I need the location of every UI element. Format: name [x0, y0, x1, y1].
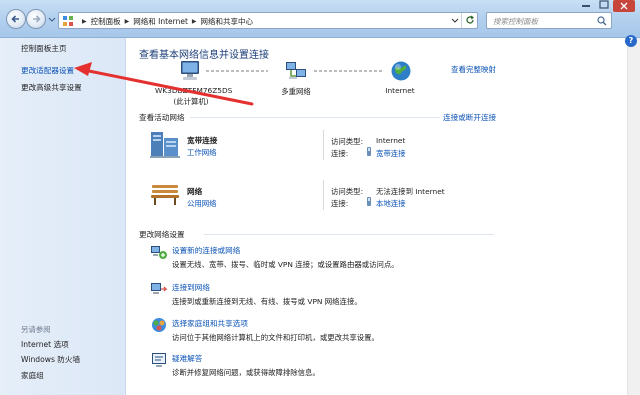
task-desc-setup-new-connection: 设置无线、宽带、拨号、临时或 VPN 连接；或设置路由器或访问点。	[172, 260, 399, 269]
dialup-connection-icon	[367, 147, 371, 156]
connection-label: 连接:	[331, 149, 349, 158]
internet-label: Internet	[385, 86, 415, 95]
multiple-networks-icon[interactable]	[284, 60, 308, 82]
address-bar[interactable]: ▶ 控制面板 ▶ 网络和 Internet ▶ 网络和共享中心	[58, 12, 478, 29]
close-icon[interactable]	[613, 0, 635, 12]
connect-disconnect-link[interactable]: 连接或断开连接	[443, 112, 496, 123]
new-connection-icon	[151, 246, 167, 259]
network-type-public-link[interactable]: 公用网络	[187, 198, 217, 209]
connection-line	[206, 70, 268, 72]
network-type-work-link[interactable]: 工作网络	[187, 147, 217, 158]
access-type-value: Internet	[376, 136, 406, 145]
sidebar-item-internet-options[interactable]: Internet 选项	[21, 339, 69, 350]
task-connect-to-network[interactable]: 连接到网络	[172, 282, 210, 293]
connection-label: 连接:	[331, 199, 349, 208]
section-divider	[204, 234, 494, 235]
forward-arrow-icon	[33, 15, 41, 23]
see-also-header: 另请参阅	[21, 325, 51, 334]
refresh-icon	[466, 15, 474, 24]
see-full-map-link[interactable]: 查看完整映射	[451, 64, 496, 75]
vertical-scrollbar[interactable]	[627, 38, 640, 395]
control-panel-icon	[63, 16, 73, 26]
local-connection-icon	[367, 197, 371, 206]
sidebar-item-homegroup[interactable]: 家庭组	[21, 370, 44, 381]
task-homegroup-sharing[interactable]: 选择家庭组和共享选项	[172, 318, 248, 329]
sidebar-item-control-panel-home[interactable]: 控制面板主页	[21, 43, 67, 54]
public-network-bench-icon	[151, 185, 179, 205]
network-divider	[323, 180, 324, 210]
sidebar-item-change-adapter-settings[interactable]: 更改适配器设置	[21, 65, 74, 76]
breadcrumb-separator-icon[interactable]: ▶	[125, 18, 130, 25]
computer-icon[interactable]	[178, 60, 202, 82]
back-button[interactable]	[6, 9, 26, 29]
task-desc-connect-to-network: 连接到或重新连接到无线、有线、拨号或 VPN 网络连接。	[172, 297, 362, 306]
sidebar-item-windows-firewall[interactable]: Windows 防火墙	[21, 354, 80, 365]
connection-link-local[interactable]: 本地连接	[376, 198, 406, 209]
access-type-value: 无法连接到 Internet	[376, 187, 445, 196]
breadcrumb-separator-icon[interactable]: ▶	[192, 18, 197, 25]
computer-name: WK3DBZTFM76Z5DS	[155, 86, 233, 95]
connection-line	[314, 70, 382, 72]
page-title: 查看基本网络信息并设置连接	[139, 50, 269, 61]
change-settings-header: 更改网络设置	[139, 230, 185, 239]
network-name-network: 网络	[187, 187, 203, 196]
network-divider	[323, 130, 324, 160]
troubleshoot-icon	[152, 353, 166, 367]
task-troubleshoot[interactable]: 疑难解答	[172, 353, 202, 364]
task-setup-new-connection[interactable]: 设置新的连接或网络	[172, 245, 240, 256]
maximize-icon[interactable]	[596, 0, 612, 12]
search-input[interactable]: 搜索控制面板	[493, 16, 538, 27]
breadcrumb-network-sharing-center[interactable]: 网络和共享中心	[201, 16, 254, 27]
access-type-label: 访问类型:	[331, 137, 364, 146]
refresh-button[interactable]	[461, 13, 477, 28]
sidebar-item-advanced-sharing-settings[interactable]: 更改高级共享设置	[21, 82, 82, 93]
back-arrow-icon	[11, 15, 19, 23]
computer-subtitle: (此计算机)	[173, 97, 209, 106]
connect-to-network-icon	[151, 283, 168, 294]
minimize-icon[interactable]	[578, 0, 594, 12]
internet-globe-icon[interactable]	[390, 60, 412, 82]
address-history-chevron-icon[interactable]	[451, 18, 459, 24]
work-network-icon	[150, 132, 180, 158]
homegroup-sharing-icon	[152, 318, 166, 332]
forward-button[interactable]	[26, 9, 46, 29]
breadcrumb-network-internet[interactable]: 网络和 Internet	[133, 16, 188, 27]
breadcrumb-control-panel[interactable]: 控制面板	[91, 16, 121, 27]
search-icon[interactable]	[597, 16, 607, 26]
recent-pages-chevron-icon[interactable]	[48, 16, 56, 24]
section-divider	[190, 117, 440, 118]
help-icon[interactable]: ?	[625, 35, 637, 47]
search-box[interactable]: 搜索控制面板	[486, 12, 612, 29]
active-networks-header: 查看活动网络	[139, 113, 185, 122]
connection-link-broadband[interactable]: 宽带连接	[376, 148, 406, 159]
task-desc-troubleshoot: 诊断并修复网络问题，或获得故障排除信息。	[172, 368, 320, 377]
task-desc-homegroup-sharing: 访问位于其他网络计算机上的文件和打印机，或更改共享设置。	[172, 333, 379, 342]
explorer-navigation-bar: ▶ 控制面板 ▶ 网络和 Internet ▶ 网络和共享中心 搜索控制面板	[0, 0, 640, 38]
breadcrumb: ▶ 控制面板 ▶ 网络和 Internet ▶ 网络和共享中心	[78, 16, 253, 27]
multiple-networks-label: 多重网络	[281, 87, 311, 96]
access-type-label: 访问类型:	[331, 187, 364, 196]
network-name-broadband: 宽带连接	[187, 136, 218, 145]
breadcrumb-separator-icon: ▶	[82, 18, 87, 25]
